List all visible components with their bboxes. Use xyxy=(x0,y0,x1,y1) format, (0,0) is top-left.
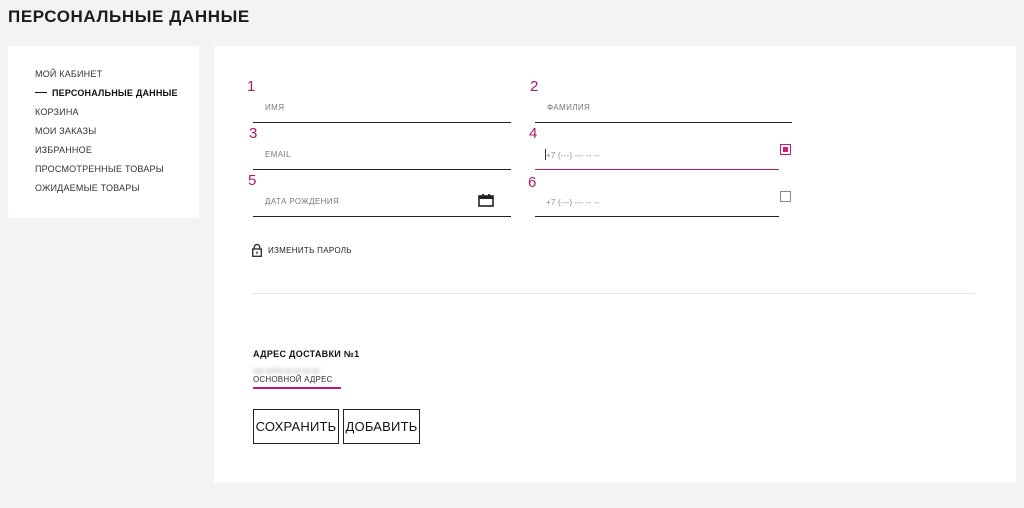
first-name-placeholder: ИМЯ xyxy=(265,103,285,112)
section-divider xyxy=(252,293,975,294)
calendar-icon[interactable] xyxy=(478,194,494,207)
sidebar-item-label: ПЕРСОНАЛЬНЫЕ ДАННЫЕ xyxy=(52,88,178,98)
phone-2-placeholder: +7 (---) --- -- -- xyxy=(546,198,600,207)
change-password-link[interactable]: ИЗМЕНИТЬ ПАРОЛЬ xyxy=(252,242,352,258)
email-field[interactable]: EMAIL xyxy=(253,140,511,170)
sidebar-item-favorites[interactable]: ИЗБРАННОЕ xyxy=(35,141,199,160)
last-name-placeholder: ФАМИЛИЯ xyxy=(547,103,591,112)
address-blurred-text: ххх ххххх ул.хх хх хх xyxy=(253,368,320,375)
lock-icon xyxy=(252,243,262,257)
phone-field-1[interactable]: +7 (---) --- -- -- xyxy=(535,140,779,170)
sidebar-item-personal-data[interactable]: ПЕРСОНАЛЬНЫЕ ДАННЫЕ xyxy=(35,84,199,103)
sidebar-item-label: МОИ ЗАКАЗЫ xyxy=(35,126,97,136)
sidebar-item-my-account[interactable]: МОЙ КАБИНЕТ xyxy=(35,65,199,84)
marker-1: 1 xyxy=(247,78,256,95)
phone-field-2[interactable]: +7 (---) --- -- -- xyxy=(535,187,779,217)
sidebar-item-label: ОЖИДАЕМЫЕ ТОВАРЫ xyxy=(35,183,140,193)
save-button[interactable]: СОХРАНИТЬ xyxy=(253,409,339,444)
sidebar-item-label: МОЙ КАБИНЕТ xyxy=(35,69,103,79)
sidebar-item-label: КОРЗИНА xyxy=(35,107,79,117)
sidebar-item-label: ИЗБРАННОЕ xyxy=(35,145,93,155)
marker-5: 5 xyxy=(248,172,257,189)
phone-2-checkbox[interactable] xyxy=(780,191,791,202)
phone-1-placeholder: +7 (---) --- -- -- xyxy=(546,151,600,160)
birth-date-placeholder: ДАТА РОЖДЕНИЯ xyxy=(265,197,340,206)
phone-1-checkbox[interactable] xyxy=(780,144,791,155)
sidebar-item-expected-products[interactable]: ОЖИДАЕМЫЕ ТОВАРЫ xyxy=(35,179,199,198)
email-placeholder: EMAIL xyxy=(265,150,292,159)
marker-4: 4 xyxy=(529,125,538,142)
delivery-address-title: АДРЕС ДОСТАВКИ №1 xyxy=(253,349,360,359)
sidebar-item-viewed-products[interactable]: ПРОСМОТРЕННЫЕ ТОВАРЫ xyxy=(35,160,199,179)
sidebar: МОЙ КАБИНЕТ ПЕРСОНАЛЬНЫЕ ДАННЫЕ КОРЗИНА … xyxy=(8,46,199,218)
active-dash xyxy=(35,92,47,94)
marker-2: 2 xyxy=(530,78,539,95)
personal-data-card: 1 2 3 4 5 6 ИМЯ ФАМИЛИЯ EMAIL +7 (---) -… xyxy=(214,46,1016,483)
main-address-label[interactable]: ОСНОВНОЙ АДРЕС xyxy=(253,375,341,389)
add-button[interactable]: ДОБАВИТЬ xyxy=(343,409,420,444)
birth-date-field[interactable]: ДАТА РОЖДЕНИЯ xyxy=(253,187,511,217)
marker-3: 3 xyxy=(249,125,258,142)
last-name-field[interactable]: ФАМИЛИЯ xyxy=(535,93,792,123)
sidebar-item-label: ПРОСМОТРЕННЫЕ ТОВАРЫ xyxy=(35,164,164,174)
sidebar-item-my-orders[interactable]: МОИ ЗАКАЗЫ xyxy=(35,122,199,141)
page-title: ПЕРСОНАЛЬНЫЕ ДАННЫЕ xyxy=(8,7,250,26)
page: ПЕРСОНАЛЬНЫЕ ДАННЫЕ МОЙ КАБИНЕТ ПЕРСОНАЛ… xyxy=(0,0,1024,508)
first-name-field[interactable]: ИМЯ xyxy=(253,93,511,123)
sidebar-menu: МОЙ КАБИНЕТ ПЕРСОНАЛЬНЫЕ ДАННЫЕ КОРЗИНА … xyxy=(8,46,199,198)
sidebar-item-cart[interactable]: КОРЗИНА xyxy=(35,103,199,122)
change-password-label: ИЗМЕНИТЬ ПАРОЛЬ xyxy=(268,245,352,255)
